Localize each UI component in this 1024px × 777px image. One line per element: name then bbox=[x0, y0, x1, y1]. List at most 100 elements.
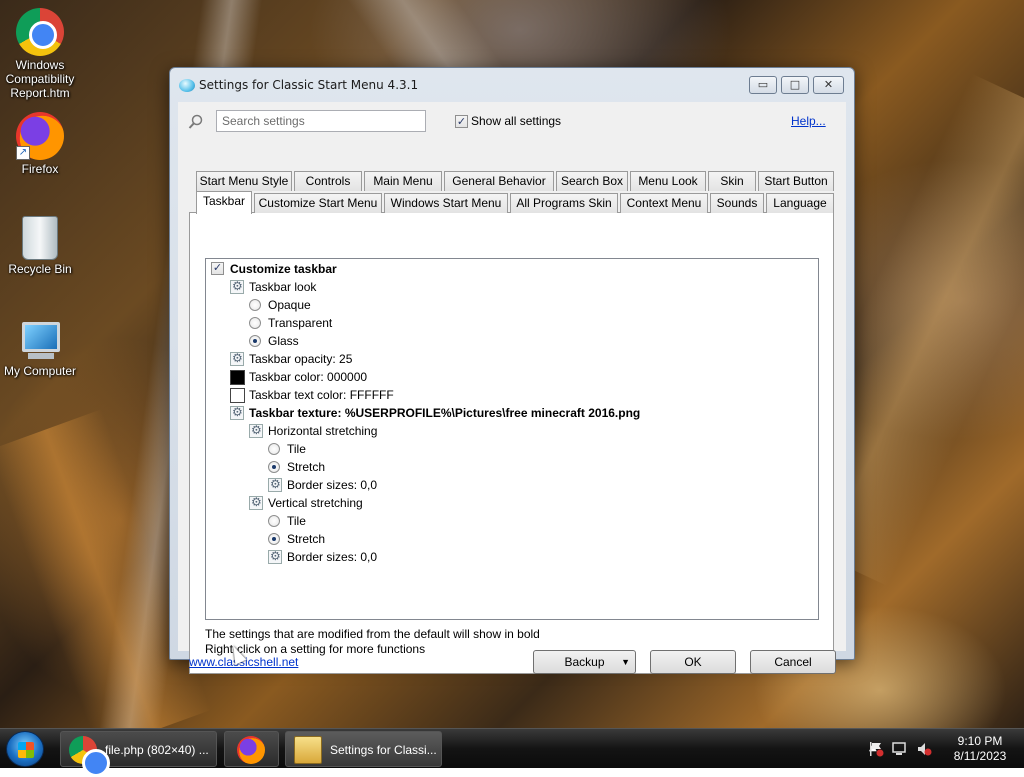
start-button[interactable] bbox=[6, 731, 44, 767]
taskbar-item-label: Settings for Classi... bbox=[330, 743, 437, 757]
tab-search-box[interactable]: Search Box bbox=[556, 171, 628, 191]
desktop-icon-my-computer[interactable]: My Computer bbox=[0, 322, 80, 378]
clock-date: 8/11/2023 bbox=[953, 749, 1007, 763]
computer-icon bbox=[18, 322, 62, 362]
minimize-button[interactable]: ▭ bbox=[749, 76, 777, 94]
radio-h-tile[interactable] bbox=[268, 443, 280, 455]
desktop-icon-label: Recycle Bin bbox=[8, 262, 72, 276]
tree-label: Border sizes: 0,0 bbox=[287, 550, 378, 564]
taskbar-item-firefox[interactable] bbox=[224, 731, 279, 767]
tree-label: Transparent bbox=[268, 316, 333, 330]
show-all-settings-checkbox[interactable]: ✓ bbox=[455, 115, 468, 128]
tree-label: Taskbar text color: FFFFFF bbox=[249, 388, 394, 402]
radio-opaque[interactable] bbox=[249, 299, 261, 311]
tab-controls[interactable]: Controls bbox=[294, 171, 362, 191]
help-link[interactable]: Help... bbox=[791, 114, 826, 128]
tree-label: Glass bbox=[268, 334, 299, 348]
chrome-icon bbox=[69, 736, 110, 777]
tab-all-programs-skin[interactable]: All Programs Skin bbox=[510, 193, 618, 213]
tab-taskbar[interactable]: Taskbar bbox=[196, 191, 252, 214]
action-center-flag-icon[interactable] bbox=[868, 741, 884, 757]
tab-start-menu-style[interactable]: Start Menu Style bbox=[196, 171, 292, 191]
tree-label: Vertical stretching bbox=[268, 496, 363, 510]
settings-gear-icon bbox=[249, 495, 263, 510]
settings-gear-icon bbox=[230, 351, 244, 366]
settings-gear-icon bbox=[268, 549, 282, 564]
desktop-icon-label: Firefox bbox=[21, 162, 59, 176]
color-swatch-black[interactable] bbox=[230, 370, 245, 385]
firefox-icon bbox=[237, 736, 265, 764]
tree-label: Stretch bbox=[287, 532, 326, 546]
classic-shell-icon bbox=[179, 79, 195, 92]
tab-general-behavior[interactable]: General Behavior bbox=[444, 171, 554, 191]
tab-start-button[interactable]: Start Button bbox=[758, 171, 834, 191]
search-icon bbox=[188, 114, 203, 129]
clock-time: 9:10 PM bbox=[957, 734, 1003, 748]
tree-label: Border sizes: 0,0 bbox=[287, 478, 378, 492]
tree-label: Horizontal stretching bbox=[268, 424, 378, 438]
tab-menu-look[interactable]: Menu Look bbox=[630, 171, 706, 191]
taskbar-item-settings[interactable]: Settings for Classi... bbox=[285, 731, 442, 767]
search-input[interactable] bbox=[216, 110, 426, 132]
taskbar: file.php (802×40) ... Settings for Class… bbox=[0, 728, 1024, 777]
tree-label: Customize taskbar bbox=[230, 262, 337, 276]
chrome-icon bbox=[16, 8, 64, 56]
radio-h-stretch[interactable] bbox=[268, 461, 280, 473]
title-bar[interactable]: Settings for Classic Start Menu 4.3.1 ▭ … bbox=[170, 68, 854, 102]
desktop-icon-compat-report[interactable]: Windows Compatibility Report.htm bbox=[0, 8, 80, 100]
settings-panel: ✓ Customize taskbar Taskbar look Opaque … bbox=[189, 212, 834, 674]
desktop-icon-label: My Computer bbox=[3, 364, 77, 378]
tab-sounds[interactable]: Sounds bbox=[710, 193, 764, 213]
radio-v-tile[interactable] bbox=[268, 515, 280, 527]
window-client: ✓ Show all settings Help... Start Menu S… bbox=[178, 102, 846, 674]
bold-settings-note: The settings that are modified from the … bbox=[205, 627, 540, 641]
tree-label: Taskbar look bbox=[249, 280, 317, 294]
settings-gear-icon bbox=[230, 279, 244, 294]
tree-label: Taskbar opacity: 25 bbox=[249, 352, 353, 366]
tree-label: Stretch bbox=[287, 460, 326, 474]
taskbar-item-chrome[interactable]: file.php (802×40) ... bbox=[60, 731, 217, 777]
settings-gear-icon bbox=[249, 423, 263, 438]
radio-v-stretch[interactable] bbox=[268, 533, 280, 545]
window-title: Settings for Classic Start Menu 4.3.1 bbox=[199, 78, 419, 92]
system-tray: ▲ 9:10 PM 8/11/2023 bbox=[824, 729, 1024, 769]
show-all-settings-label[interactable]: Show all settings bbox=[471, 114, 561, 128]
tab-customize-start-menu[interactable]: Customize Start Menu bbox=[254, 193, 382, 213]
backup-button-label: Backup bbox=[564, 655, 605, 669]
desktop-icon-firefox[interactable]: ↗ Firefox bbox=[0, 112, 80, 176]
tree-label: Opaque bbox=[268, 298, 311, 312]
volume-muted-icon[interactable] bbox=[916, 741, 932, 757]
tree-label: Tile bbox=[287, 514, 306, 528]
color-swatch-white[interactable] bbox=[230, 388, 245, 403]
settings-gear-icon bbox=[268, 477, 282, 492]
close-button[interactable]: ✕ bbox=[813, 76, 844, 94]
settings-gear-icon bbox=[230, 405, 244, 420]
tree-label: Taskbar color: 000000 bbox=[249, 370, 368, 384]
recycle-bin-icon bbox=[22, 216, 58, 260]
customize-taskbar-checkbox[interactable]: ✓ bbox=[211, 262, 224, 275]
taskbar-item-label: file.php (802×40) ... bbox=[105, 743, 209, 757]
firefox-icon: ↗ bbox=[16, 112, 64, 160]
clock[interactable]: 9:10 PM 8/11/2023 bbox=[944, 734, 1016, 764]
tab-context-menu[interactable]: Context Menu bbox=[620, 193, 708, 213]
radio-glass[interactable] bbox=[249, 335, 261, 347]
maximize-button[interactable]: □ bbox=[781, 76, 809, 94]
desktop-icon-recycle-bin[interactable]: Recycle Bin bbox=[0, 216, 80, 276]
backup-button[interactable]: Backup ▼ bbox=[533, 650, 636, 674]
network-icon[interactable] bbox=[892, 741, 908, 757]
settings-tree[interactable]: ✓ Customize taskbar Taskbar look Opaque … bbox=[205, 258, 819, 620]
tree-label: Tile bbox=[287, 442, 306, 456]
shortcut-arrow-icon: ↗ bbox=[16, 146, 30, 160]
radio-transparent[interactable] bbox=[249, 317, 261, 329]
tab-windows-start-menu[interactable]: Windows Start Menu bbox=[384, 193, 508, 213]
tab-skin[interactable]: Skin bbox=[708, 171, 756, 191]
dropdown-arrow-icon: ▼ bbox=[621, 657, 630, 667]
cancel-button[interactable]: Cancel bbox=[750, 650, 836, 674]
tab-main-menu[interactable]: Main Menu bbox=[364, 171, 442, 191]
settings-folder-icon bbox=[294, 736, 322, 764]
tree-label: Taskbar texture: %USERPROFILE%\Pictures\… bbox=[249, 406, 641, 420]
settings-window: Settings for Classic Start Menu 4.3.1 ▭ … bbox=[169, 67, 855, 674]
ok-button[interactable]: OK bbox=[650, 650, 736, 674]
tab-language[interactable]: Language bbox=[766, 193, 834, 213]
desktop-icon-label: Windows Compatibility Report.htm bbox=[5, 58, 75, 100]
